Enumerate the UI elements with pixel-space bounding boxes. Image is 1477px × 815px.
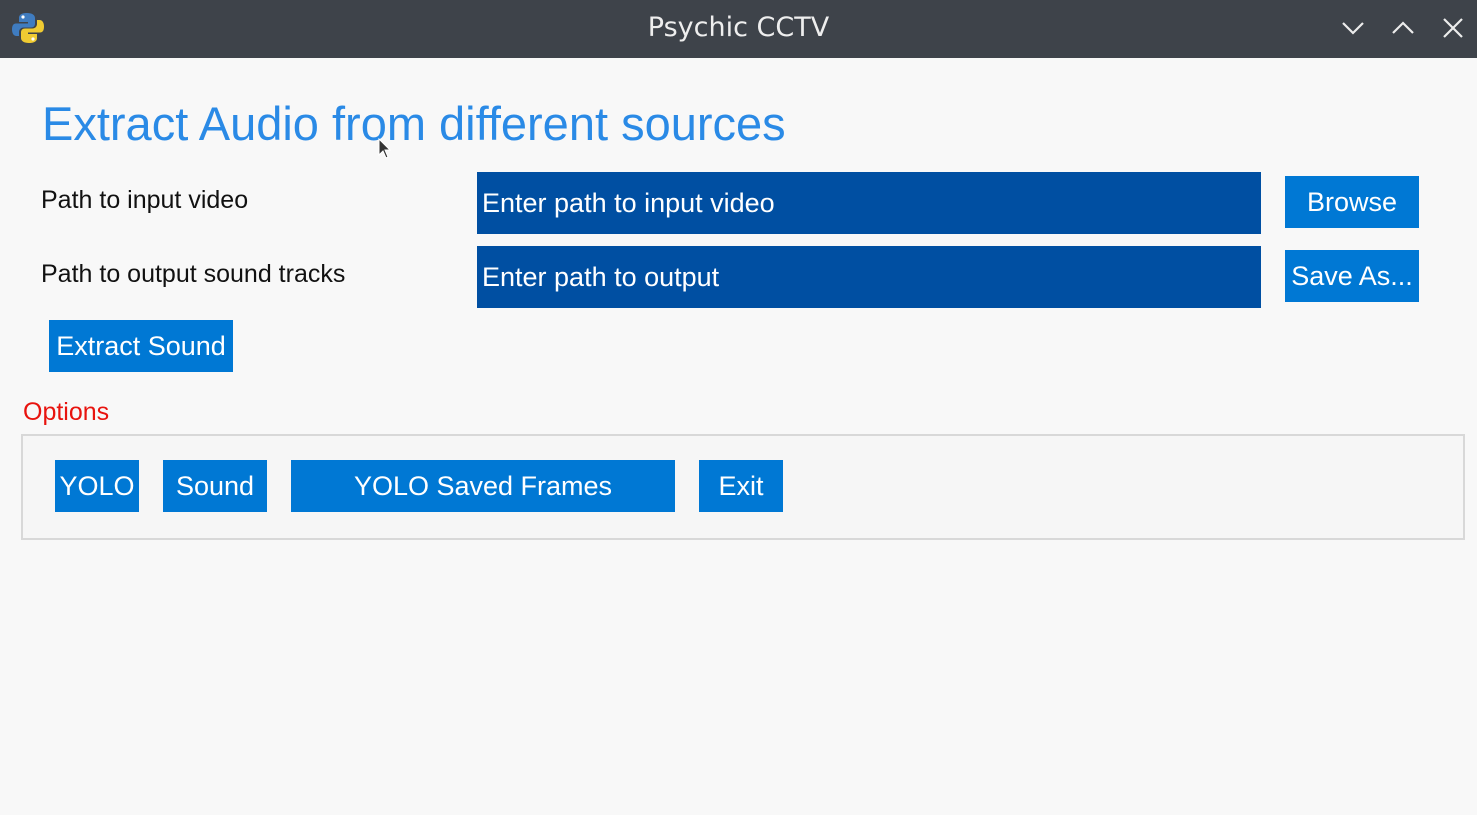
output-tracks-label: Path to output sound tracks xyxy=(41,260,346,288)
title-bar[interactable]: Psychic CCTV xyxy=(0,0,1477,58)
exit-button[interactable]: Exit xyxy=(699,460,783,512)
page-heading: Extract Audio from different sources xyxy=(42,97,786,150)
yolo-button[interactable]: YOLO xyxy=(55,460,139,512)
mouse-cursor-icon xyxy=(378,137,392,160)
options-label: Options xyxy=(23,398,110,426)
save-as-button[interactable]: Save As... xyxy=(1285,250,1419,302)
yolo-saved-frames-button[interactable]: YOLO Saved Frames xyxy=(291,460,675,512)
input-video-path-field[interactable] xyxy=(477,172,1261,234)
minimize-button[interactable] xyxy=(1339,14,1367,42)
chevron-up-icon xyxy=(1392,21,1414,34)
browse-button[interactable]: Browse xyxy=(1285,176,1419,228)
window-title: Psychic CCTV xyxy=(647,12,830,43)
app-window: Psychic CCTV Extract Audio from differen… xyxy=(0,0,1477,815)
sound-button[interactable]: Sound xyxy=(163,460,267,512)
maximize-button[interactable] xyxy=(1389,14,1417,42)
extract-sound-button[interactable]: Extract Sound xyxy=(49,320,233,372)
input-video-label: Path to input video xyxy=(41,186,249,214)
close-icon xyxy=(1443,18,1463,38)
output-path-field[interactable] xyxy=(477,246,1261,308)
chevron-down-icon xyxy=(1342,22,1364,35)
close-button[interactable] xyxy=(1439,14,1467,42)
